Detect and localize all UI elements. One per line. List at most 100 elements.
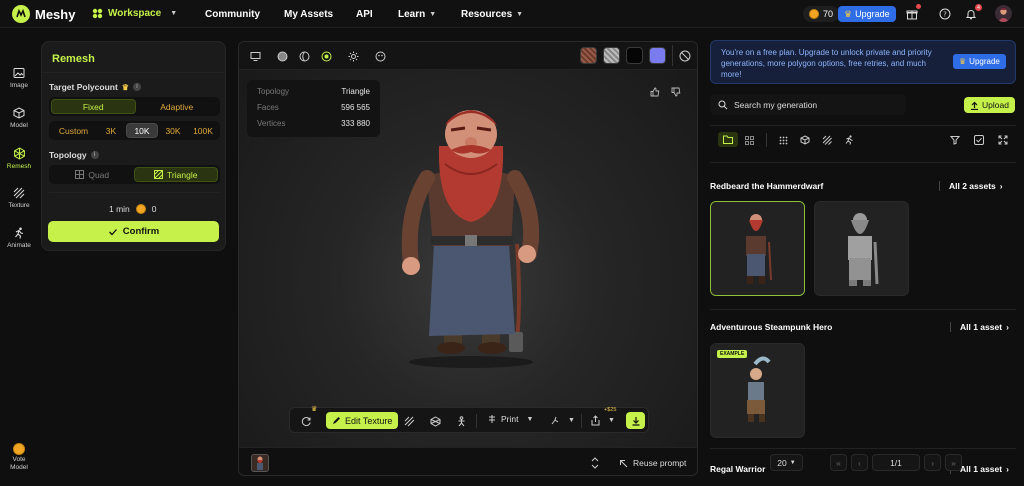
nav-workspace[interactable]: Workspace ▼ xyxy=(92,8,177,19)
chevron-right-icon: › xyxy=(1006,464,1009,474)
asset-card[interactable] xyxy=(710,201,805,296)
count-30k-option[interactable]: 30K xyxy=(158,123,188,138)
cube-icon xyxy=(13,107,25,119)
texture-tool-icon[interactable] xyxy=(403,415,415,427)
upload-label: Upload xyxy=(982,100,1009,110)
rail-item-model[interactable]: Model xyxy=(0,107,38,129)
gift-icon[interactable] xyxy=(904,4,921,22)
vote-model-button[interactable]: Vote Model xyxy=(0,443,38,471)
asset-card[interactable] xyxy=(814,201,909,296)
stat-value: 333 880 xyxy=(341,119,370,128)
mode-adaptive-option[interactable]: Adaptive xyxy=(136,99,219,114)
monitor-icon[interactable] xyxy=(249,50,261,62)
pose-icon xyxy=(551,416,559,425)
roughness-swatch[interactable] xyxy=(603,47,620,64)
quad-icon xyxy=(75,170,85,179)
upgrade-button[interactable]: ♛ Upgrade xyxy=(838,6,896,22)
print-icon xyxy=(489,415,495,423)
select-checkbox-icon[interactable] xyxy=(972,133,986,147)
dwarf-model-render xyxy=(401,110,540,368)
normal-map-swatch[interactable] xyxy=(649,47,666,64)
download-button[interactable] xyxy=(626,412,645,429)
cube-filter-icon[interactable] xyxy=(798,133,812,147)
rail-item-texture[interactable]: Texture xyxy=(0,187,38,209)
reuse-prompt-button[interactable]: Reuse prompt xyxy=(619,458,686,468)
base-color-swatch[interactable] xyxy=(580,47,597,64)
rail-label: Model xyxy=(10,122,28,129)
mode-fixed-option[interactable]: Fixed xyxy=(51,99,136,114)
thumbs-up-icon[interactable] xyxy=(649,86,661,98)
first-page-button[interactable]: « xyxy=(830,454,847,471)
confirm-button[interactable]: Confirm xyxy=(48,221,219,242)
upgrade-promo-banner: You're on a free plan. Upgrade to unlock… xyxy=(710,40,1016,84)
inspect-icon[interactable] xyxy=(678,49,692,63)
topology-triangle-option[interactable]: Triangle xyxy=(133,167,218,182)
filter-clear-icon[interactable] xyxy=(948,133,962,147)
vote-label-2: Model xyxy=(10,464,28,471)
count-3k-option[interactable]: 3K xyxy=(96,123,126,138)
help-icon[interactable]: ? xyxy=(937,6,953,22)
meshy-logo[interactable]: Meshy xyxy=(12,5,75,23)
variant-thumbnail[interactable] xyxy=(251,454,269,472)
refresh-icon[interactable] xyxy=(300,415,312,427)
info-icon[interactable]: i xyxy=(132,83,141,91)
count-10k-option[interactable]: 10K xyxy=(126,123,158,138)
texture-filter-icon[interactable] xyxy=(820,133,834,147)
credits-pill[interactable]: 70 xyxy=(803,6,840,22)
expand-vertical-icon[interactable] xyxy=(589,457,601,469)
shaded-sphere-icon[interactable] xyxy=(276,50,288,62)
model-viewport[interactable]: Topology Triangle Faces 596 565 Vertices… xyxy=(238,41,698,476)
environment-icon[interactable] xyxy=(374,50,386,62)
textured-sphere-icon[interactable] xyxy=(320,50,332,62)
topology-label-row: Topology i xyxy=(49,150,99,160)
grid-view-icon[interactable] xyxy=(742,133,756,147)
info-icon[interactable]: i xyxy=(90,151,99,159)
rail-item-animate[interactable]: Animate xyxy=(0,227,38,249)
group-view-all[interactable]: All 2 assets › xyxy=(939,181,1003,191)
rig-icon[interactable] xyxy=(455,415,467,427)
count-custom-option[interactable]: Custom xyxy=(51,123,96,138)
nav-community[interactable]: Community xyxy=(205,9,260,20)
divider xyxy=(950,322,951,332)
print-button[interactable]: Print ▼ xyxy=(487,414,533,424)
nav-learn[interactable]: Learn ▼ xyxy=(398,9,436,20)
rail-item-image[interactable]: Image xyxy=(0,67,38,89)
search-generation-input[interactable]: Search my generation xyxy=(710,94,906,115)
arrow-up-left-icon xyxy=(620,459,628,467)
per-page-select[interactable]: 20 ▼ xyxy=(770,454,803,471)
fullscreen-icon[interactable] xyxy=(996,133,1010,147)
asset-card[interactable]: EXAMPLE xyxy=(710,343,805,438)
next-page-button[interactable]: › xyxy=(924,454,941,471)
upload-button[interactable]: Upload xyxy=(964,97,1015,113)
animate-filter-icon[interactable] xyxy=(842,133,856,147)
light-icon[interactable] xyxy=(347,50,359,62)
dots-grid-icon[interactable] xyxy=(776,133,790,147)
promo-upgrade-button[interactable]: ♛ Upgrade xyxy=(953,54,1006,69)
nav-resources[interactable]: Resources ▼ xyxy=(461,9,523,20)
group-view-all[interactable]: All 1 asset › xyxy=(950,322,1009,332)
edit-texture-button[interactable]: Edit Texture xyxy=(326,412,399,429)
count-100k-option[interactable]: 100K xyxy=(188,123,218,138)
last-page-button[interactable]: » xyxy=(945,454,962,471)
nav-my-assets[interactable]: My Assets xyxy=(284,9,333,20)
group-view-all[interactable]: All 1 asset › xyxy=(950,464,1009,474)
reposition-button[interactable]: ▼ xyxy=(550,415,575,426)
divider xyxy=(42,72,225,73)
metallic-swatch[interactable] xyxy=(626,47,643,64)
nav-api[interactable]: API xyxy=(356,9,373,20)
chevron-right-icon: › xyxy=(1006,322,1009,332)
assets-panel: You're on a free plan. Upgrade to unlock… xyxy=(704,34,1020,486)
nav-resources-label: Resources xyxy=(461,9,513,20)
prev-page-button[interactable]: ‹ xyxy=(851,454,868,471)
topology-quad-option[interactable]: Quad xyxy=(51,167,134,182)
page-indicator[interactable]: 1/1 xyxy=(872,454,920,471)
rail-item-remesh[interactable]: Remesh xyxy=(0,147,38,170)
wireframe-sphere-icon[interactable] xyxy=(298,50,310,62)
mesh-tool-icon[interactable] xyxy=(429,415,441,427)
folder-view-icon[interactable] xyxy=(718,132,738,147)
thumbs-down-icon[interactable] xyxy=(670,86,682,98)
avatar[interactable] xyxy=(995,5,1012,22)
export-button[interactable]: ▼ xyxy=(590,415,615,426)
cost-value: 0 xyxy=(151,204,157,214)
bell-icon[interactable]: 4 xyxy=(963,4,982,22)
